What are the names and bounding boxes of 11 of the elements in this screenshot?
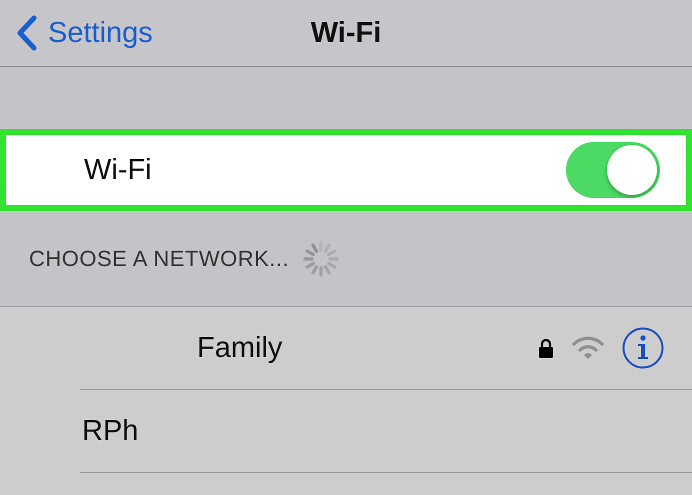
network-row[interactable]: RPh xyxy=(80,390,692,473)
section-header: CHOOSE A NETWORK... xyxy=(29,246,290,272)
wifi-switch[interactable] xyxy=(566,142,660,198)
chevron-icon xyxy=(16,15,38,51)
wifi-signal-icon xyxy=(572,336,604,360)
network-name: RPh xyxy=(82,414,138,448)
info-button[interactable] xyxy=(622,327,664,369)
wifi-label: Wi-Fi xyxy=(84,154,152,186)
network-name: Family xyxy=(197,332,282,364)
network-row[interactable]: Family xyxy=(80,307,692,390)
screen-title: Wi-Fi xyxy=(310,16,382,50)
